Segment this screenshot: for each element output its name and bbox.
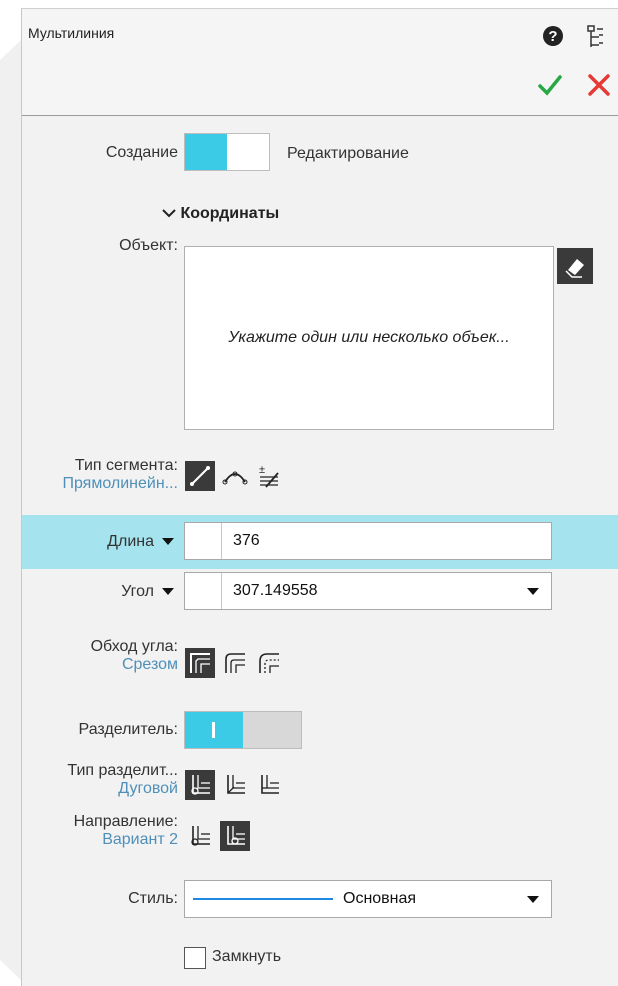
object-label: Объект: — [119, 237, 178, 254]
close-icon[interactable] — [587, 73, 611, 102]
svg-text:?: ? — [548, 28, 557, 45]
chevron-down-icon — [162, 538, 174, 546]
tree-icon[interactable] — [587, 25, 605, 54]
angle-label-text: Угол — [121, 583, 154, 600]
direction-variant1-icon[interactable] — [185, 821, 215, 851]
eraser-icon[interactable] — [557, 248, 593, 284]
add-segment-icon[interactable]: ± — [254, 461, 284, 491]
help-icon[interactable]: ? — [542, 25, 564, 52]
line-segment-icon[interactable] — [185, 461, 215, 491]
close-checkbox-label: Замкнуть — [212, 948, 282, 965]
corner-value: Срезом — [121, 656, 178, 673]
object-selection-box[interactable]: Укажите один или несколько объек... — [184, 246, 554, 430]
panel-header: Мультилиния ? — [22, 8, 618, 116]
svg-text:±: ± — [259, 464, 265, 476]
object-hint: Укажите один или несколько объек... — [228, 329, 510, 346]
length-value: 376 — [233, 532, 260, 549]
separator-straight-icon[interactable] — [254, 770, 284, 800]
separator-type-value: Дуговой — [118, 780, 178, 797]
separator-label: Разделитель: — [78, 721, 178, 738]
arc-segment-icon[interactable] — [220, 461, 250, 491]
angle-dropdown-arrow[interactable] — [527, 588, 539, 595]
direction-variant2-icon[interactable] — [220, 821, 250, 851]
chevron-down-icon — [162, 588, 174, 596]
segment-type-title: Тип сегмента: — [74, 457, 178, 474]
panel-title: Мультилиния — [28, 25, 115, 41]
mode-toggle-knob — [185, 134, 227, 170]
style-value: Основная — [343, 890, 417, 907]
direction-title: Направление: — [73, 813, 178, 830]
separator-arc-icon[interactable] — [185, 770, 215, 800]
separator-toggle-on — [185, 712, 243, 748]
coordinates-section-header[interactable]: Координаты — [162, 205, 279, 223]
mode-toggle[interactable] — [184, 133, 270, 171]
style-label: Стиль: — [128, 890, 178, 907]
segment-type-label: Тип сегмента: Прямолинейн... — [22, 457, 178, 493]
chevron-down-icon — [162, 205, 180, 222]
style-dropdown-arrow[interactable] — [527, 896, 539, 903]
multiline-panel: Мультилиния ? Создание Редактирование Ко… — [21, 8, 618, 986]
segment-type-value: Прямолинейн... — [62, 475, 178, 492]
length-input[interactable]: 376 — [184, 522, 552, 560]
separator-type-label: Тип разделит... Дуговой — [22, 762, 178, 798]
close-checkbox[interactable] — [184, 947, 206, 969]
angle-value: 307.149558 — [233, 582, 318, 599]
corner-title: Обход угла: — [90, 638, 178, 655]
style-select[interactable]: Основная — [184, 880, 552, 918]
direction-value: Вариант 2 — [102, 831, 178, 848]
separator-angle-icon[interactable] — [220, 770, 250, 800]
section-title: Координаты — [180, 205, 280, 222]
create-mode-label: Создание — [105, 144, 178, 161]
line-style-preview — [193, 898, 333, 900]
edit-mode-label: Редактирование — [287, 145, 409, 162]
checkmark-icon[interactable] — [538, 73, 562, 102]
length-label-text: Длина — [107, 533, 154, 550]
separator-type-title: Тип разделит... — [67, 762, 178, 779]
corner-arc-icon[interactable] — [254, 648, 284, 678]
corner-cut-icon[interactable] — [185, 648, 215, 678]
angle-label[interactable]: Угол — [42, 583, 174, 601]
separator-toggle[interactable] — [184, 711, 302, 749]
angle-input[interactable]: 307.149558 — [184, 572, 552, 610]
corner-label: Обход угла: Срезом — [22, 638, 178, 674]
length-lock-toggle[interactable] — [185, 523, 222, 559]
length-label[interactable]: Длина — [42, 533, 174, 551]
angle-lock-toggle[interactable] — [185, 573, 222, 609]
direction-label: Направление: Вариант 2 — [22, 813, 178, 849]
corner-round-icon[interactable] — [220, 648, 250, 678]
